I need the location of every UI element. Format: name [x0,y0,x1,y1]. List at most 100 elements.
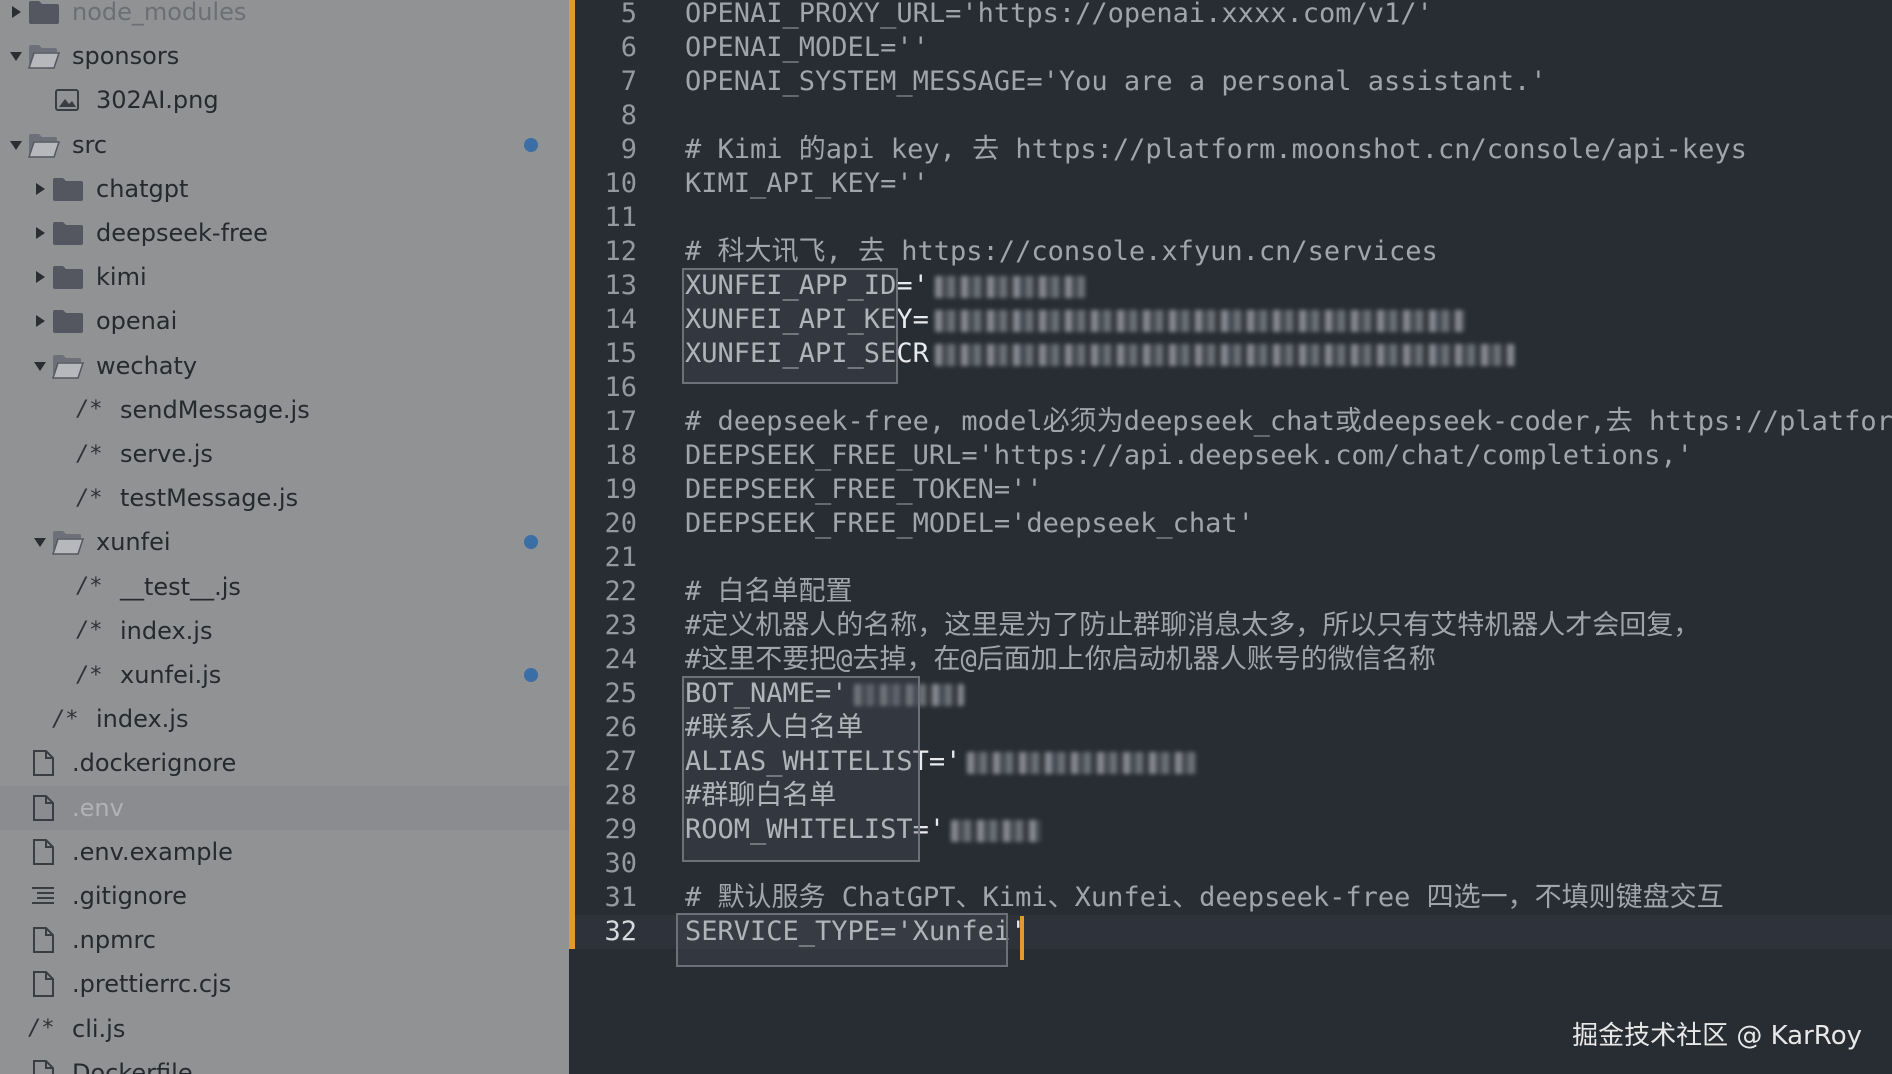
code-line[interactable]: 10 KIMI_API_KEY='' [575,167,1892,201]
sidebar-item[interactable]: xunfei [0,520,569,564]
sidebar-item[interactable]: chatgpt [0,167,569,211]
code-line[interactable]: 5 OPENAI_PROXY_URL='https://openai.xxxx.c… [575,0,1892,31]
line-number: 21 [604,542,637,573]
chevron-right-icon[interactable] [4,0,28,34]
code-line[interactable]: 20 DEEPSEEK_FREE_MODEL='deepseek_chat' [575,507,1892,541]
comment-glyph: /* [76,662,103,688]
code-line[interactable]: 7 OPENAI_SYSTEM_MESSAGE='You are a person… [575,65,1892,99]
line-number: 25 [604,678,637,709]
sidebar-item[interactable]: node_modules [0,0,569,34]
code-line[interactable]: 14 XUNFEI_API_KEY= [575,303,1892,337]
modified-indicator-dot [524,137,538,152]
code-text: #这里不要把@去掉，在@后面加上你启动机器人账号的微信名称 [685,644,1436,675]
chevron-right-icon[interactable] [28,255,52,299]
code-line[interactable]: 29 ROOM_WHITELIST=' [575,813,1892,847]
js-file-icon: /* [76,476,116,520]
code-text: OPENAI_MODEL='' [685,32,929,63]
sidebar-item[interactable]: kimi [0,255,569,299]
chevron-down-icon[interactable] [4,34,28,78]
line-number: 11 [604,202,637,233]
folder-icon [28,0,68,34]
comment-glyph: /* [76,441,103,467]
code-line[interactable]: 27 ALIAS_WHITELIST=' [575,745,1892,779]
code-text: BOT_NAME=' [685,678,848,709]
code-line[interactable]: 9 # Kimi 的api key, 去 https://platform.moo… [575,133,1892,167]
code-line[interactable]: 23 #定义机器人的名称，这里是为了防止群聊消息太多，所以只有艾特机器人才会回复， [575,609,1892,643]
chevron-right-icon[interactable] [28,167,52,211]
sidebar-item[interactable]: sponsors [0,34,569,78]
file-icon [28,1051,68,1074]
comment-glyph: /* [76,618,103,644]
chevron-right-icon[interactable] [28,299,52,343]
code-line[interactable]: 17 # deepseek-free, model必须为deepseek_chat… [575,405,1892,439]
chevron-down-icon[interactable] [4,123,28,167]
sidebar-item[interactable]: openai [0,299,569,343]
code-text: KIMI_API_KEY='' [685,168,929,199]
sidebar-item[interactable]: /* serve.js [0,432,569,476]
line-number: 6 [620,32,637,63]
line-number: 8 [620,100,637,131]
sidebar-item[interactable]: .dockerignore [0,741,569,785]
code-line[interactable]: 25 BOT_NAME=' [575,677,1892,711]
code-line[interactable]: 28 #群聊白名单 [575,779,1892,813]
sidebar-item[interactable]: src [0,123,569,167]
code-line[interactable]: 26 #联系人白名单 [575,711,1892,745]
chevron-right-icon [4,1007,28,1051]
sidebar-item[interactable]: 302AI.png [0,78,569,122]
modified-indicator-dot [524,668,538,682]
file-icon [28,741,68,785]
chevron-down-icon[interactable] [28,344,52,388]
sidebar-item[interactable]: .env.example [0,830,569,874]
sidebar-item[interactable]: .npmrc [0,918,569,962]
code-line[interactable]: 18 DEEPSEEK_FREE_URL='https://api.deepsee… [575,439,1892,473]
sidebar-item[interactable]: /* index.js [0,697,569,741]
sidebar-item[interactable]: /* cli.js [0,1007,569,1051]
code-line[interactable]: 21 [575,541,1892,575]
sidebar-item[interactable]: .env [0,785,569,830]
code-line[interactable]: 22 # 白名单配置 [575,575,1892,609]
sidebar-item[interactable]: .gitignore [0,874,569,918]
comment-glyph: /* [28,1016,55,1042]
chevron-right-icon [4,786,28,830]
redacted-value [934,309,1465,332]
code-line[interactable]: 12 # 科大讯飞, 去 https://console.xfyun.cn/ser… [575,235,1892,269]
code-line[interactable]: 13 XUNFEI_APP_ID=' [575,269,1892,303]
chevron-down-icon[interactable] [28,520,52,564]
sidebar-item[interactable]: wechaty [0,344,569,388]
sidebar-item-label: deepseek-free [96,219,268,247]
code-line[interactable]: 15 XUNFEI_API_SECR [575,337,1892,371]
sidebar-item-label: chatgpt [96,174,189,203]
folder-icon [52,255,92,299]
line-number: 18 [604,440,637,471]
sidebar-item[interactable]: /* sendMessage.js [0,388,569,432]
sidebar-item[interactable]: /* index.js [0,609,569,653]
chevron-right-icon [28,697,52,741]
code-line[interactable]: 6 OPENAI_MODEL='' [575,31,1892,65]
code-line[interactable]: 31 # 默认服务 ChatGPT、Kimi、Xunfei、deepseek-fr… [575,881,1892,915]
code-text: #群聊白名单 [685,780,837,811]
sidebar-item[interactable]: .prettierrc.cjs [0,962,569,1006]
line-number: 28 [604,780,637,811]
sidebar-item[interactable]: /* testMessage.js [0,476,569,520]
code-line[interactable]: 30 [575,847,1892,881]
sidebar-item[interactable]: deepseek-free [0,211,569,255]
chevron-right-icon [52,432,76,476]
code-line[interactable]: 24 #这里不要把@去掉，在@后面加上你启动机器人账号的微信名称 [575,643,1892,677]
sidebar-item[interactable]: /* __test__.js [0,565,569,609]
code-line[interactable]: 19 DEEPSEEK_FREE_TOKEN='' [575,473,1892,507]
redacted-value [853,683,964,706]
line-number: 27 [604,746,637,777]
sidebar-item[interactable]: /* xunfei.js [0,653,569,697]
folder-open-icon [52,520,92,564]
chevron-right-icon[interactable] [28,211,52,255]
code-editor[interactable]: 32 SERVICE_TYPE='Xunfei' 31 # 默认服务 ChatGPT、… [575,0,1892,1074]
code-line[interactable]: 16 [575,371,1892,405]
sidebar-item-label: .env [72,793,124,822]
chevron-right-icon [52,565,76,609]
code-line[interactable]: 32 SERVICE_TYPE='Xunfei' [575,915,1892,949]
line-number: 31 [604,882,637,913]
code-line[interactable]: 11 [575,201,1892,235]
line-number: 15 [604,338,637,369]
code-line[interactable]: 8 [575,99,1892,133]
sidebar-item[interactable]: Dockerfile [0,1051,569,1074]
